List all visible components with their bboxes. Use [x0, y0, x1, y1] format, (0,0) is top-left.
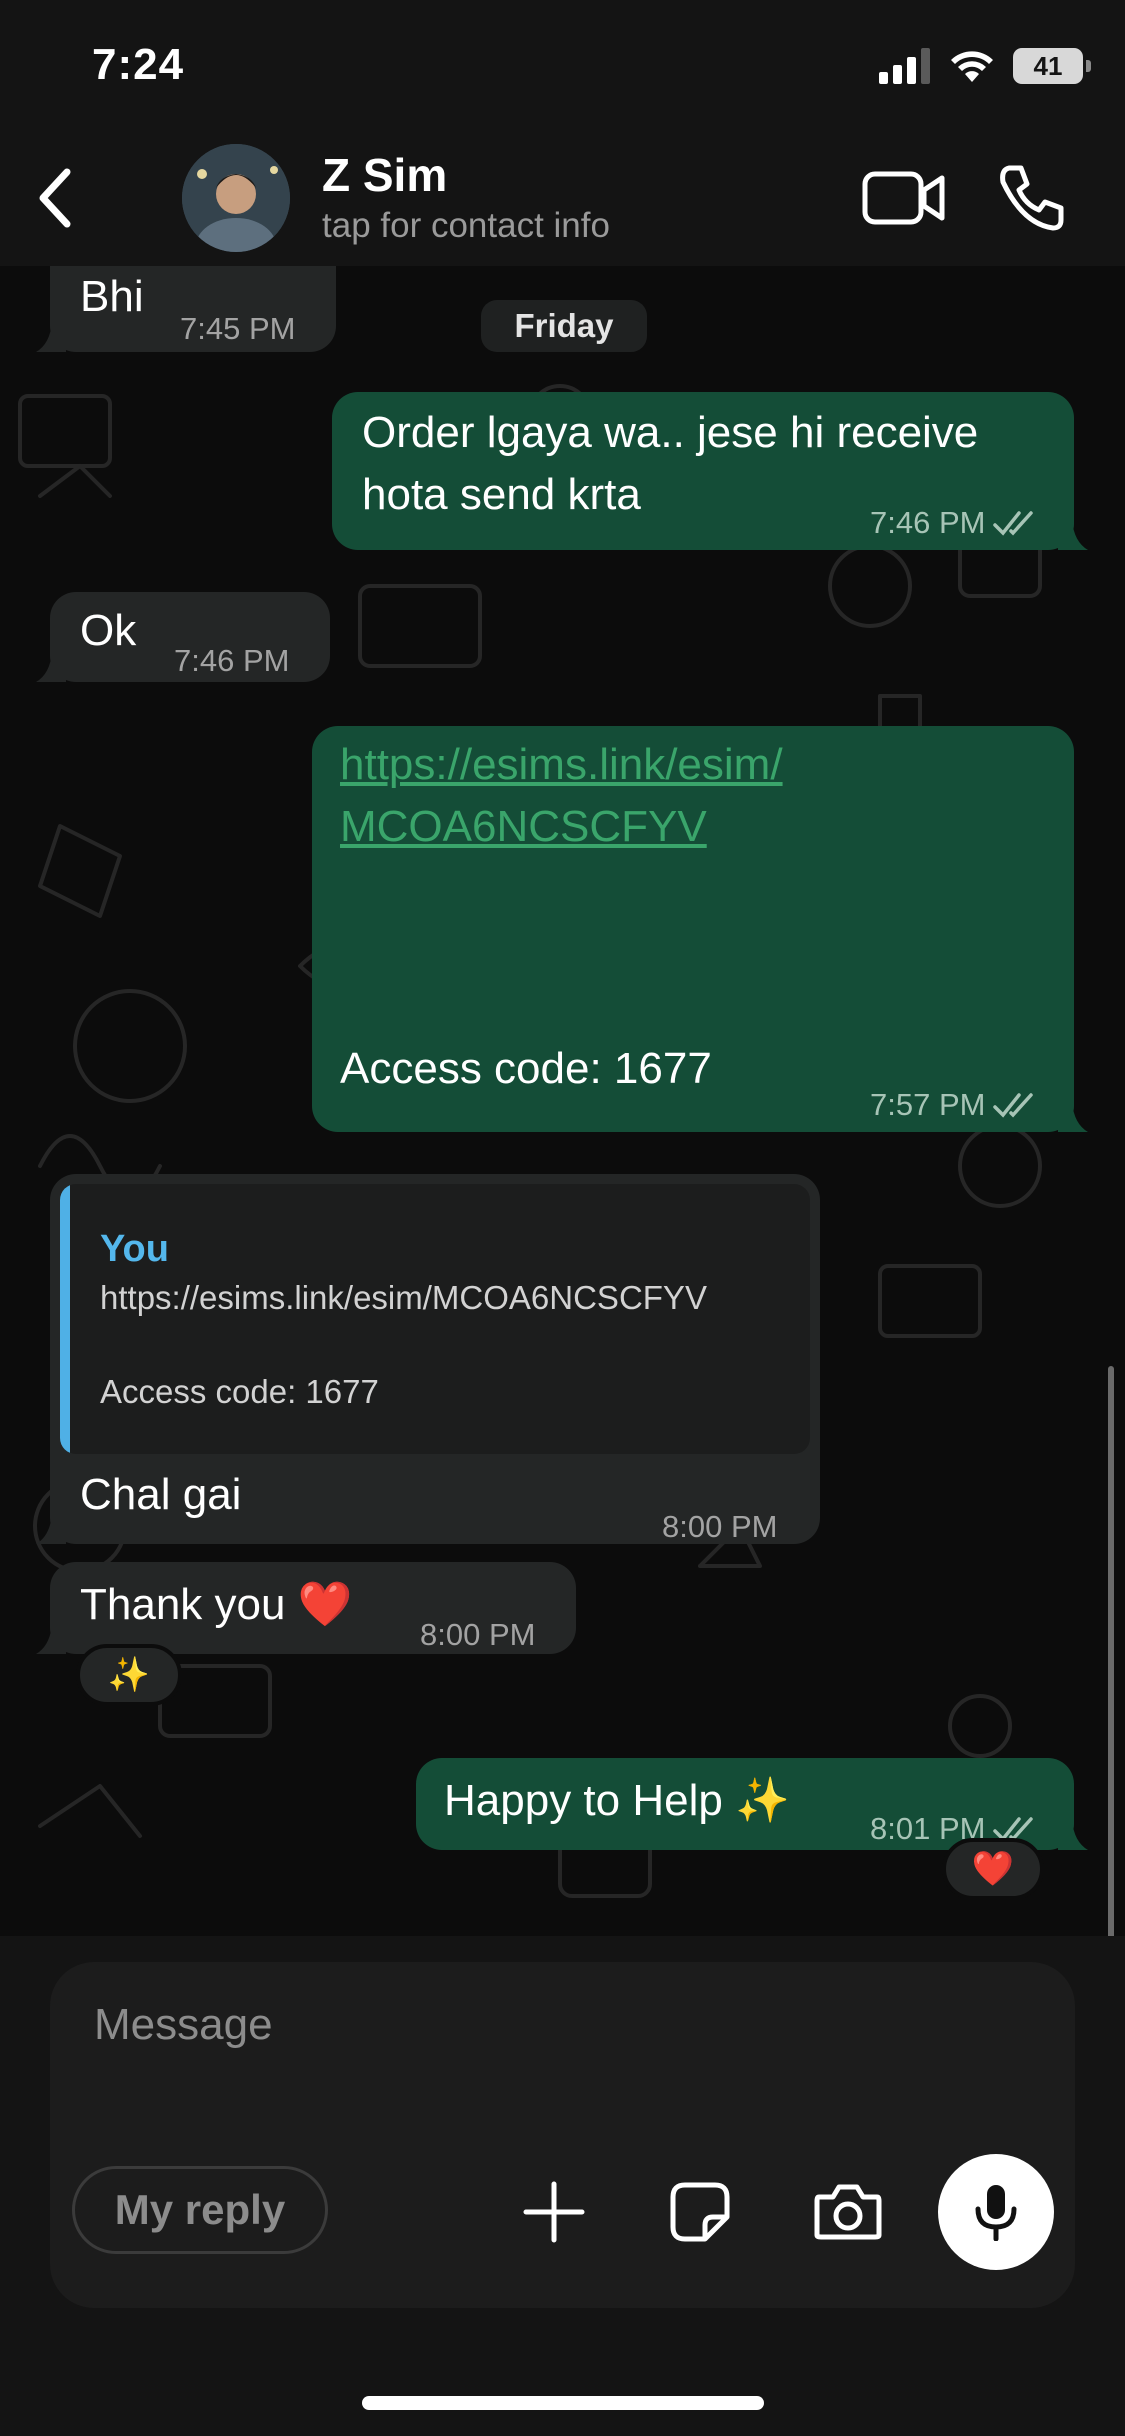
message-incoming[interactable]: Ok 7:46 PM: [36, 592, 330, 682]
video-call-button[interactable]: [862, 168, 946, 228]
message-incoming[interactable]: Bhi 7:45 PM: [36, 266, 336, 352]
status-bar: 7:24 41: [0, 0, 1125, 140]
bubble-tail: [36, 1514, 66, 1544]
date-divider: Friday: [481, 300, 647, 352]
quoted-message[interactable]: You https://esims.link/esim/MCOA6NCSCFYV…: [60, 1184, 810, 1454]
message-time: 7:57 PM: [870, 1087, 986, 1122]
avatar-image: [182, 144, 290, 252]
signal-icon: [879, 48, 930, 84]
quote-author: You: [100, 1228, 169, 1270]
quote-text: https://esims.link/esim/MCOA6NCSCFYV Acc…: [100, 1279, 707, 1410]
read-receipt-icon: [993, 1093, 1034, 1118]
message-time: 8:00 PM: [662, 1509, 778, 1544]
message-reaction[interactable]: ✨: [76, 1644, 182, 1706]
bubble-tail: [36, 1624, 66, 1654]
quote-accent-bar: [60, 1184, 70, 1454]
message-incoming[interactable]: Thank you ❤️ 8:00 PM: [36, 1562, 576, 1654]
message-meta: 7:46 PM: [870, 492, 1037, 554]
message-time: 7:46 PM: [870, 505, 986, 540]
sticker-button[interactable]: [664, 2176, 736, 2248]
message-meta: 7:57 PM: [870, 1074, 1037, 1136]
message-outgoing[interactable]: Order lgaya wa.. jese hi receive hota se…: [332, 392, 1088, 550]
message-text: Thank you ❤️: [80, 1580, 353, 1629]
back-button[interactable]: [20, 158, 90, 238]
message-text: Bhi: [80, 272, 144, 321]
read-receipt-icon: [993, 511, 1034, 536]
bubble-tail: [1058, 520, 1088, 550]
chat-scrollbar[interactable]: [1108, 1366, 1114, 1936]
message-text: Chal gai: [80, 1470, 242, 1519]
message-link-line-1[interactable]: https://esims.link/esim/: [340, 734, 783, 796]
back-chevron-icon: [39, 168, 71, 228]
microphone-icon: [975, 2185, 1017, 2241]
bubble-tail: [36, 652, 66, 682]
message-time: 7:45 PM: [180, 311, 296, 346]
video-call-icon: [862, 171, 945, 225]
voice-call-button[interactable]: [995, 162, 1067, 234]
my-reply-button[interactable]: My reply: [72, 2166, 328, 2254]
phone-icon: [1000, 165, 1064, 231]
message-incoming-reply[interactable]: You https://esims.link/esim/MCOA6NCSCFYV…: [36, 1174, 820, 1544]
bubble-tail: [1058, 1820, 1088, 1850]
camera-button[interactable]: [812, 2176, 884, 2248]
attach-button[interactable]: [518, 2176, 590, 2248]
voice-record-button[interactable]: [938, 2154, 1054, 2270]
plus-icon: [523, 2181, 585, 2243]
message-text-line-2: hota send krta: [362, 470, 641, 519]
sticker-icon: [670, 2182, 730, 2242]
camera-icon: [814, 2184, 882, 2240]
message-text: Access code: 1677: [340, 1044, 712, 1093]
bubble-tail: [36, 322, 66, 352]
contact-avatar[interactable]: [182, 144, 290, 252]
status-icons: 41: [879, 48, 1091, 84]
home-indicator[interactable]: [362, 2396, 764, 2410]
message-reaction[interactable]: ❤️: [942, 1838, 1044, 1900]
composer: My reply: [0, 1936, 1125, 2436]
status-time: 7:24: [92, 40, 185, 89]
message-input[interactable]: [94, 2000, 994, 2050]
message-text-line-1: Order lgaya wa.. jese hi receive: [362, 408, 979, 457]
chat-area[interactable]: Bhi 7:45 PM Friday Order lgaya wa.. jese…: [0, 266, 1125, 1936]
message-link-line-2[interactable]: MCOA6NCSCFYV: [340, 796, 707, 858]
message-time: 8:00 PM: [420, 1617, 536, 1652]
message-outgoing-link[interactable]: https://esims.link/esim/ MCOA6NCSCFYV Ac…: [312, 726, 1088, 1132]
wifi-icon: [951, 51, 993, 82]
chat-header: Z Sim tap for contact info: [0, 140, 1125, 266]
message-time: 7:46 PM: [174, 643, 290, 678]
contact-name[interactable]: Z Sim: [322, 148, 447, 202]
bubble-tail: [1058, 1102, 1088, 1132]
message-outgoing[interactable]: Happy to Help ✨ 8:01 PM: [416, 1758, 1088, 1850]
battery-indicator: 41: [1013, 48, 1091, 84]
message-text: Ok: [80, 606, 137, 655]
composer-box: My reply: [50, 1962, 1075, 2308]
contact-subtitle[interactable]: tap for contact info: [322, 206, 610, 246]
message-text: Happy to Help ✨: [444, 1776, 790, 1825]
